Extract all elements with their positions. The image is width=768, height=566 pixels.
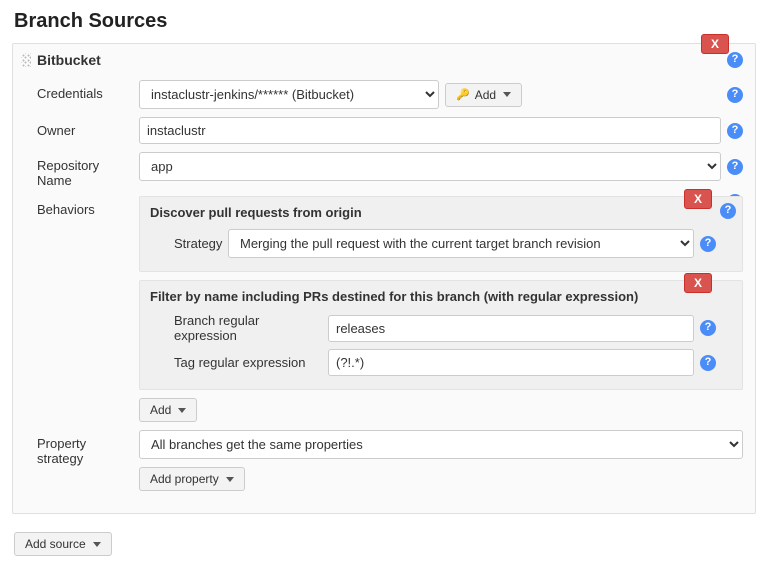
delete-behavior-button[interactable]: X	[684, 273, 712, 293]
add-property-button[interactable]: Add property	[139, 467, 245, 491]
source-header: Bitbucket ?	[19, 50, 747, 76]
behavior-box: X ? Discover pull requests from origin S…	[139, 196, 743, 272]
repo-select[interactable]: app	[139, 152, 721, 181]
add-source-label: Add source	[25, 537, 86, 551]
key-icon: 🔑	[456, 88, 470, 101]
help-icon[interactable]: ?	[700, 320, 716, 336]
help-icon[interactable]: ?	[727, 52, 743, 68]
help-icon[interactable]: ?	[700, 355, 716, 371]
help-icon[interactable]: ?	[727, 87, 743, 103]
owner-label: Owner	[19, 117, 139, 138]
branch-source-panel: X Bitbucket ? Credentials instaclustr-je…	[12, 43, 756, 514]
tag-regex-input[interactable]	[328, 349, 694, 376]
help-icon[interactable]: ?	[727, 123, 743, 139]
help-icon[interactable]: ?	[720, 203, 736, 219]
help-icon[interactable]: ?	[700, 236, 716, 252]
section-title: Branch Sources	[14, 10, 756, 33]
help-icon[interactable]: ?	[727, 159, 743, 175]
credentials-row: Credentials instaclustr-jenkins/****** (…	[19, 76, 747, 113]
chevron-down-icon	[503, 92, 511, 97]
property-strategy-label: Property strategy	[19, 430, 139, 466]
behavior-box: X Filter by name including PRs destined …	[139, 280, 743, 390]
add-property-label: Add property	[150, 472, 219, 486]
add-source-button[interactable]: Add source	[14, 532, 112, 556]
property-strategy-row: Property strategy All branches get the s…	[19, 426, 747, 495]
source-title: Bitbucket	[37, 52, 101, 68]
credentials-select[interactable]: instaclustr-jenkins/****** (Bitbucket)	[139, 80, 439, 109]
branch-regex-label: Branch regular expression	[150, 313, 320, 343]
behavior-title: Discover pull requests from origin	[150, 205, 716, 220]
strategy-select[interactable]: Merging the pull request with the curren…	[228, 229, 694, 258]
property-strategy-select[interactable]: All branches get the same properties	[139, 430, 743, 459]
behaviors-row: Behaviors ? X ? Discover pull requests f…	[19, 192, 747, 426]
credentials-label: Credentials	[19, 80, 139, 101]
branch-regex-input[interactable]	[328, 315, 694, 342]
behaviors-label: Behaviors	[19, 196, 139, 217]
strategy-label: Strategy	[150, 236, 220, 251]
add-credentials-button[interactable]: 🔑 Add	[445, 83, 522, 107]
chevron-down-icon	[178, 408, 186, 413]
owner-row: Owner ?	[19, 113, 747, 148]
add-credentials-label: Add	[475, 88, 496, 102]
add-behavior-label: Add	[150, 403, 171, 417]
delete-behavior-button[interactable]: X	[684, 189, 712, 209]
behavior-title: Filter by name including PRs destined fo…	[150, 289, 716, 304]
drag-handle-icon[interactable]	[21, 53, 31, 67]
repo-row: Repository Name app ?	[19, 148, 747, 192]
owner-input[interactable]	[139, 117, 721, 144]
repo-label: Repository Name	[19, 152, 139, 188]
tag-regex-label: Tag regular expression	[150, 355, 320, 370]
chevron-down-icon	[93, 542, 101, 547]
add-behavior-button[interactable]: Add	[139, 398, 197, 422]
chevron-down-icon	[226, 477, 234, 482]
